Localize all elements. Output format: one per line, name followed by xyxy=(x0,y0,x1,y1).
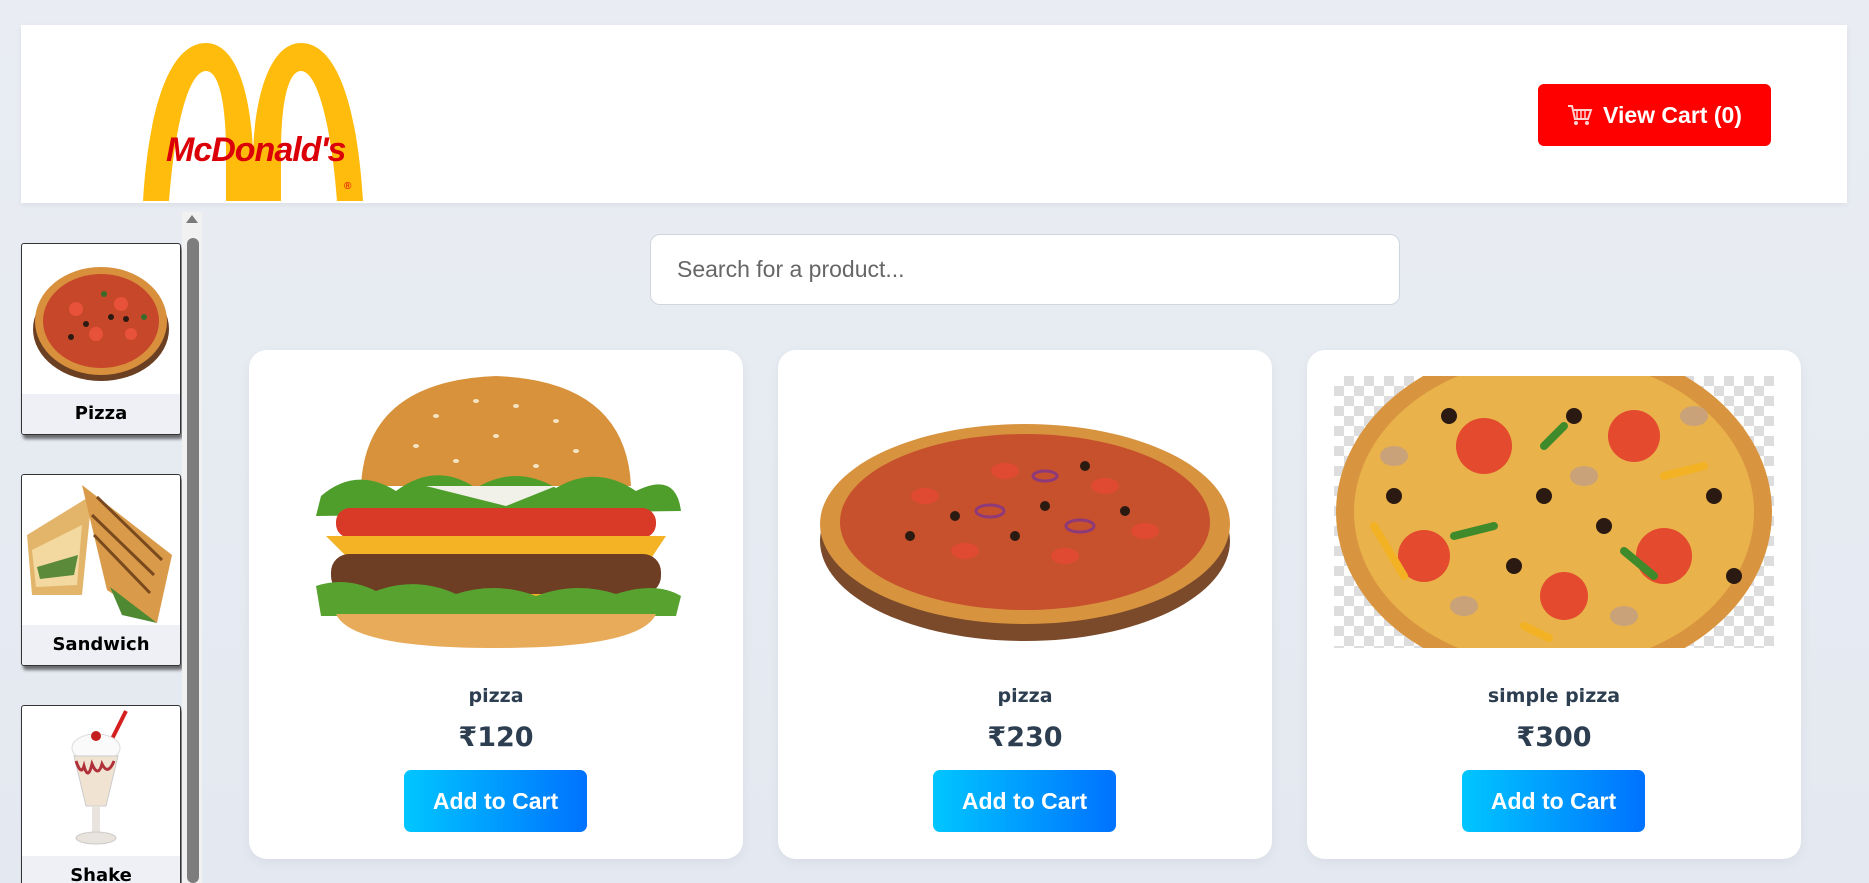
category-card-pizza[interactable]: Pizza xyxy=(21,243,181,435)
search-input[interactable] xyxy=(650,234,1400,305)
burger-image xyxy=(276,376,716,648)
product-price: ₹230 xyxy=(987,722,1063,753)
product-price: ₹300 xyxy=(1516,722,1592,753)
logo-wordmark: McDonald's xyxy=(166,131,346,169)
pizza-board-image xyxy=(805,376,1245,648)
category-card-shake[interactable]: Shake xyxy=(21,705,181,883)
pizza-transparent-image xyxy=(1334,376,1774,648)
sandwich-image xyxy=(22,475,180,625)
pizza-image xyxy=(22,244,180,394)
mcdonalds-logo[interactable] xyxy=(131,33,416,203)
registered-mark: ® xyxy=(344,181,352,192)
category-sidebar: Pizza Sandwich Shake xyxy=(0,203,205,883)
product-name: simple pizza xyxy=(1487,685,1621,707)
product-name: pizza xyxy=(997,685,1053,707)
scrollbar-thumb[interactable] xyxy=(187,238,199,883)
product-card: pizza ₹120 Add to Cart xyxy=(249,350,743,859)
shake-image xyxy=(22,706,180,856)
category-label: Pizza xyxy=(22,394,180,434)
product-card: simple pizza ₹300 Add to Cart xyxy=(1307,350,1801,859)
add-to-cart-button[interactable]: Add to Cart xyxy=(933,770,1116,832)
add-to-cart-button[interactable]: Add to Cart xyxy=(1462,770,1645,832)
scroll-up-arrow-icon[interactable] xyxy=(186,215,198,223)
category-card-sandwich[interactable]: Sandwich xyxy=(21,474,181,666)
product-card: pizza ₹230 Add to Cart xyxy=(778,350,1272,859)
view-cart-label: View Cart (0) xyxy=(1603,101,1742,128)
product-price: ₹120 xyxy=(458,722,534,753)
view-cart-button[interactable]: View Cart (0) xyxy=(1538,84,1771,146)
golden-arches-icon xyxy=(143,43,363,201)
product-name: pizza xyxy=(468,685,524,707)
category-label: Shake xyxy=(22,856,180,883)
add-to-cart-button[interactable]: Add to Cart xyxy=(404,770,587,832)
category-label: Sandwich xyxy=(22,625,180,665)
cart-icon xyxy=(1567,104,1593,126)
